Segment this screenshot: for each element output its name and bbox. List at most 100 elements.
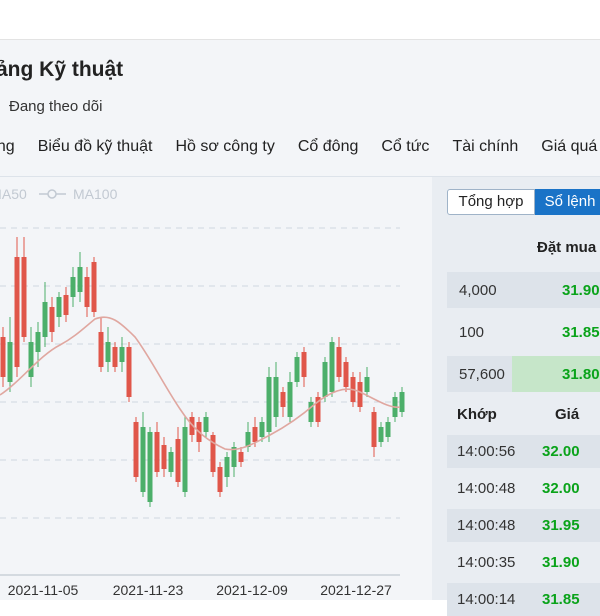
bid-row: 57,600 31.80: [447, 356, 600, 392]
candle-body: [98, 332, 104, 367]
candle-body: [371, 412, 377, 447]
bid-price: 31.80: [562, 366, 600, 383]
candle-body: [259, 422, 265, 437]
candle-body: [357, 382, 363, 407]
candle-body: [126, 347, 132, 397]
candle-body: [217, 467, 223, 492]
candle-body: [0, 337, 6, 377]
candle-body: [273, 377, 279, 417]
candle-body: [147, 432, 153, 502]
candle-body: [14, 257, 20, 367]
tab-financials[interactable]: Tài chính: [452, 138, 518, 156]
x-label-3: 2021-12-09: [216, 582, 288, 598]
bid-volume: 100: [459, 324, 485, 341]
candle-body: [301, 352, 307, 377]
candle-body: [336, 347, 342, 377]
candle-body: [294, 357, 300, 382]
candle-body: [154, 432, 160, 472]
candle-body: [21, 257, 27, 337]
bid-volume: 57,600: [459, 366, 505, 383]
candle-body: [28, 342, 34, 377]
tab-bar: ổng Biểu đồ kỹ thuật Hồ sơ công ty Cổ đô…: [0, 138, 600, 156]
bid-row: 4,000 31.90: [447, 272, 600, 308]
legend-ma50: IA50: [0, 186, 27, 202]
order-book-tab-button[interactable]: Sổ lệnh: [535, 189, 600, 215]
candles: [0, 237, 405, 507]
candle-body: [112, 347, 118, 367]
candle-body: [238, 452, 244, 462]
candle-body: [168, 452, 174, 472]
candle-body: [105, 342, 111, 362]
candle-body: [224, 457, 230, 477]
candle-body: [378, 427, 384, 442]
candle-body: [329, 342, 335, 392]
x-label-1: 2021-11-05: [8, 582, 79, 598]
candle-body: [182, 427, 188, 492]
candle-body: [56, 297, 62, 317]
bid-row: 100 31.85: [447, 314, 600, 350]
match-price: 31.90: [542, 554, 580, 571]
candle-body: [343, 362, 349, 387]
top-bar: [0, 0, 600, 40]
candle-body: [63, 295, 69, 315]
candle-body: [49, 307, 55, 332]
candle-body: [140, 427, 146, 492]
candle-body: [77, 267, 83, 292]
candle-body: [84, 277, 90, 307]
summary-tab-button[interactable]: Tổng hợp: [447, 189, 535, 215]
tab-company-profile[interactable]: Hồ sơ công ty: [175, 138, 274, 156]
tab-shareholders[interactable]: Cổ đông: [298, 138, 359, 156]
tab-price-history[interactable]: Giá quá: [541, 138, 597, 156]
x-label-2: 2021-11-23: [113, 582, 184, 598]
candlestick-chart[interactable]: IA50 MA100 2021-11-05 2021-11-23 2021-12…: [0, 177, 432, 600]
tab-dividends[interactable]: Cổ tức: [381, 138, 429, 156]
follow-status[interactable]: Đang theo dõi: [9, 98, 102, 115]
candle-body: [35, 332, 41, 352]
chart-canvas: IA50 MA100 2021-11-05 2021-11-23 2021-12…: [0, 186, 405, 598]
candle-body: [385, 422, 391, 437]
match-column-header: Khớp: [457, 406, 497, 423]
match-time: 14:00:35: [457, 554, 516, 571]
candle-body: [287, 382, 293, 417]
candle-body: [133, 422, 139, 477]
legend-ma100: MA100: [73, 186, 118, 202]
price-column-header: Giá: [555, 406, 580, 423]
bid-price: 31.90: [562, 282, 600, 299]
candle-body: [364, 377, 370, 392]
candle-body: [322, 362, 328, 397]
candle-body: [399, 392, 405, 412]
match-price: 31.95: [542, 517, 580, 534]
candle-body: [91, 262, 97, 312]
candle-body: [7, 342, 13, 382]
match-time: 14:00:48: [457, 480, 516, 497]
candle-body: [161, 445, 167, 469]
candle-body: [252, 427, 258, 442]
candle-body: [175, 439, 181, 482]
candle-body: [119, 347, 125, 362]
bid-price: 31.85: [562, 324, 600, 341]
bid-volume: 4,000: [459, 282, 497, 299]
candle-body: [280, 392, 286, 407]
match-row: 14:00:56 32.00: [447, 435, 600, 468]
bid-column-header: Đặt mua: [537, 239, 597, 256]
order-panel: Tổng hợp Sổ lệnh Đặt mua 4,000 31.90 100…: [432, 177, 600, 616]
candle-body: [42, 302, 48, 337]
x-axis-labels: 2021-11-05 2021-11-23 2021-12-09 2021-12…: [8, 582, 392, 598]
match-row: 14:00:48 31.95: [447, 509, 600, 542]
match-price: 32.00: [542, 480, 580, 497]
stock-header: ảng Kỹ thuật Đang theo dõi ổng Biểu đồ k…: [0, 40, 600, 177]
candle-body: [266, 377, 272, 432]
match-time: 14:00:56: [457, 443, 516, 460]
tab-technical-chart[interactable]: Biểu đồ kỹ thuật: [38, 138, 153, 156]
tab-overview[interactable]: ổng: [0, 138, 15, 156]
legend-ma100-marker: [47, 189, 57, 199]
legend: IA50 MA100: [0, 186, 118, 202]
candle-body: [203, 417, 209, 432]
match-row: 14:00:48 32.00: [447, 472, 600, 505]
candle-body: [70, 277, 76, 297]
match-time: 14:00:48: [457, 517, 516, 534]
page-title: ảng Kỹ thuật: [0, 58, 124, 81]
match-row: 14:00:35 31.90: [447, 546, 600, 579]
x-label-4: 2021-12-27: [320, 582, 392, 598]
match-price: 32.00: [542, 443, 580, 460]
